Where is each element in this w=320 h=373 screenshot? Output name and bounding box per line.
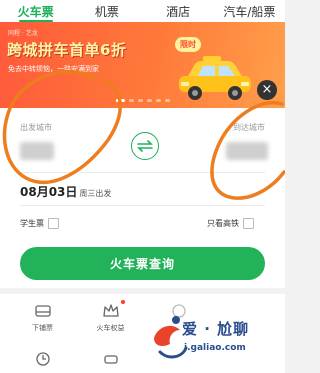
highspeed-only-checkbox[interactable] (243, 218, 254, 229)
close-icon[interactable]: × (257, 80, 277, 100)
banner-brand-tag: 同程 · 艺龙 (8, 30, 38, 37)
student-ticket-label: 学生票 (20, 219, 44, 228)
from-city-value[interactable] (20, 142, 54, 160)
grid-item-lower-berth[interactable]: 下铺票 (14, 302, 71, 333)
to-city-value[interactable] (226, 142, 268, 160)
highspeed-only-label: 只看高铁 (207, 219, 239, 228)
swap-icon (137, 140, 153, 152)
banner-subtitle: 免去中转烦恼，一路安满到家 (8, 65, 99, 73)
tab-hotel[interactable]: 酒店 (143, 0, 214, 22)
top-tab-bar: 火车票 机票 酒店 汽车/船票 (0, 0, 285, 22)
grid-item-label: 下铺票 (32, 324, 53, 332)
highspeed-only-option[interactable]: 只看高铁 (207, 218, 254, 229)
crown-icon (102, 304, 119, 317)
grid-item-train-benefits[interactable]: 火车权益 (82, 300, 139, 333)
banner-title: 跨城拼车首单6折 (7, 41, 127, 59)
divider (20, 205, 265, 206)
train-query-button[interactable]: 火车票查询 (20, 247, 265, 280)
grid-item-row2-2[interactable] (82, 350, 139, 368)
divider (20, 172, 265, 173)
from-city-label: 出发城市 (20, 123, 52, 132)
student-ticket-option[interactable]: 学生票 (20, 218, 59, 229)
student-ticket-checkbox[interactable] (48, 218, 59, 229)
promo-banner[interactable]: 同程 · 艺龙 跨城拼车首单6折 限时 免去中转烦恼，一路安满到家 × (0, 22, 285, 108)
departure-date: 08月03日 (20, 185, 78, 199)
train-search-card: 出发城市 到达城市 08月03日 周三出发 学生票 只看高铁 火车票查询 (0, 108, 285, 288)
taxi-car-icon (179, 56, 251, 100)
grid-item-row2-1[interactable] (14, 350, 71, 368)
limited-time-badge: 限时 (175, 37, 201, 52)
date-selector[interactable]: 08月03日 周三出发 (20, 183, 111, 200)
grid-item-label: 火车权益 (96, 324, 125, 332)
to-city-label: 到达城市 (233, 123, 265, 132)
clock-icon (35, 352, 50, 366)
watermark-url: i.galiao.com (184, 343, 246, 353)
swap-cities-button[interactable] (131, 132, 159, 160)
tab-flight[interactable]: 机票 (71, 0, 142, 22)
car-icon (103, 355, 118, 364)
notification-dot (121, 300, 125, 304)
tab-train[interactable]: 火车票 (0, 0, 71, 22)
tab-bus-ferry[interactable]: 汽车/船票 (214, 0, 285, 22)
bed-ticket-icon (34, 305, 51, 317)
carousel-dots (0, 99, 285, 102)
watermark-text: 爱 · 尬聊 (182, 320, 250, 338)
departure-weekday: 周三出发 (79, 189, 112, 198)
